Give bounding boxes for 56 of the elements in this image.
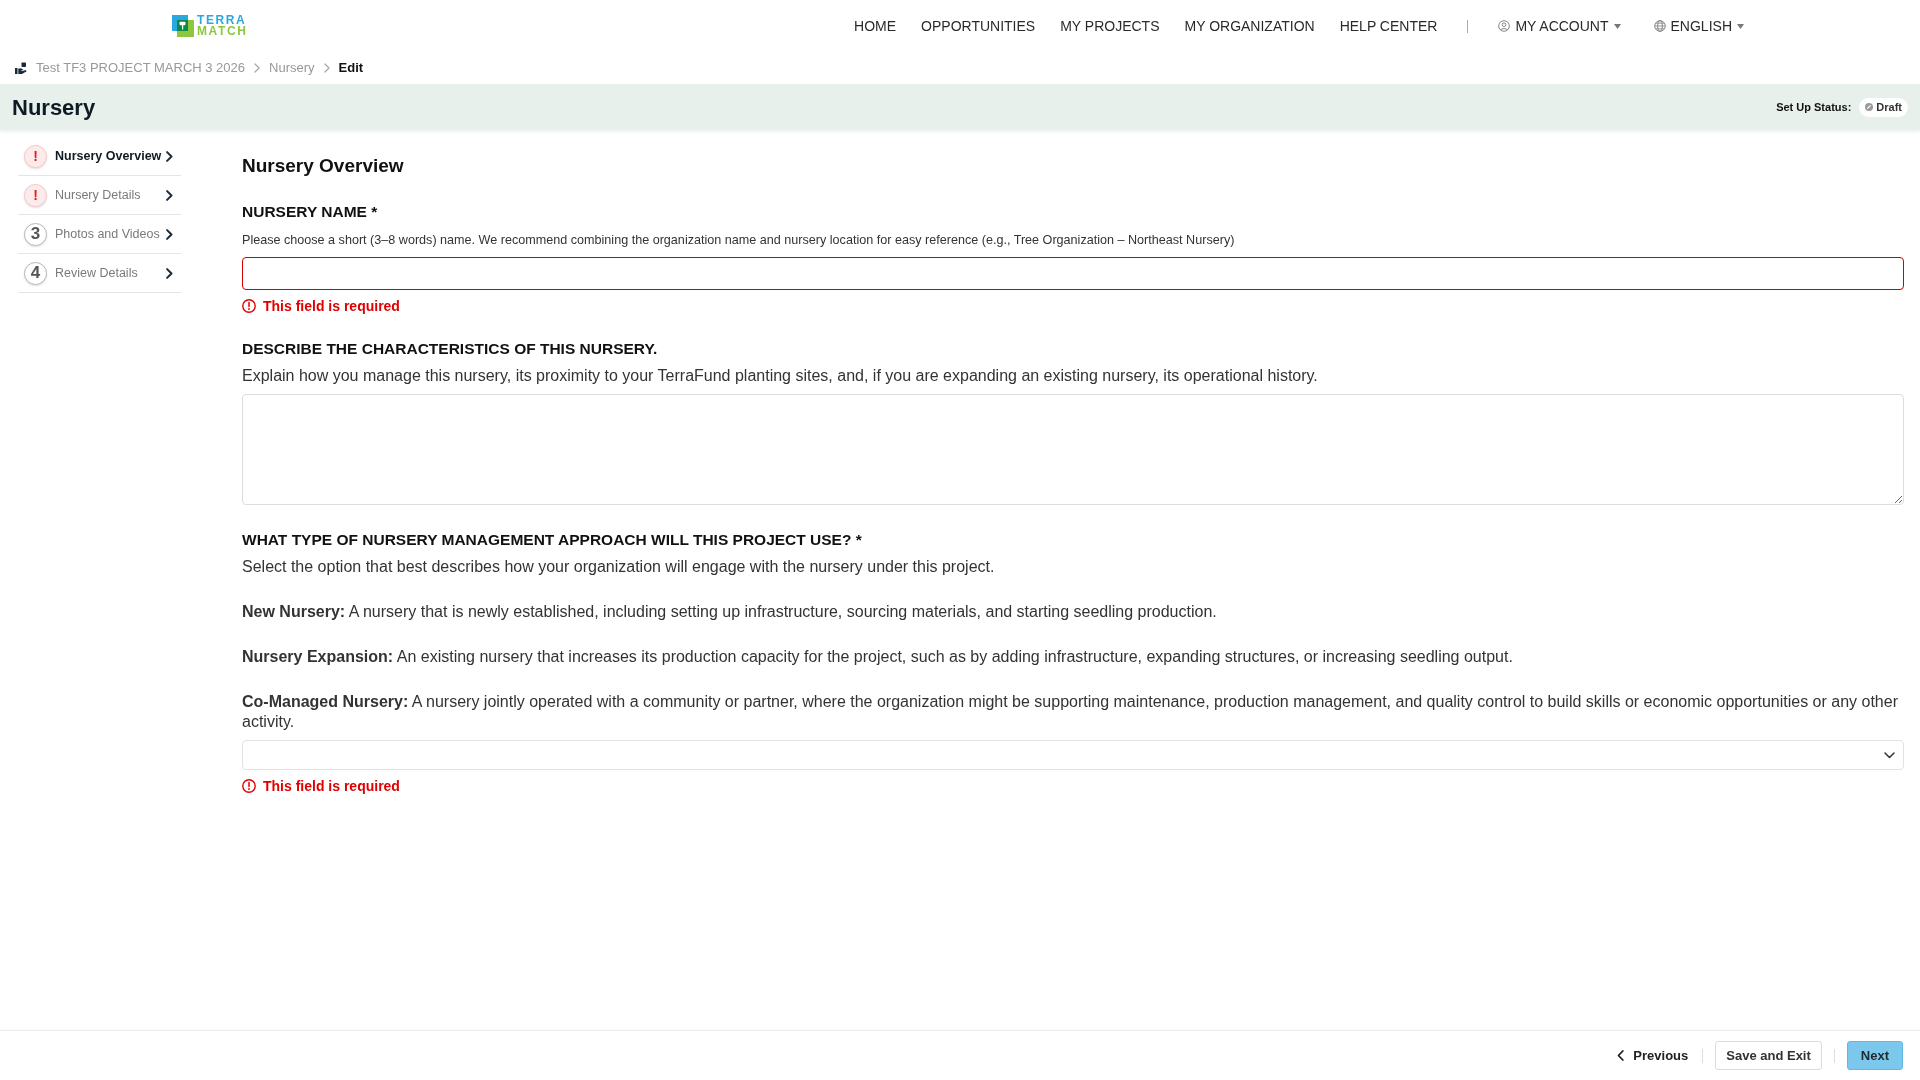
field-description: New Nursery: A nursery that is newly established, including setting up infrastructure, sourcing materials, and starting seedling production. xyxy=(242,602,1218,622)
logo-icon xyxy=(172,15,194,37)
field-label: WHAT TYPE OF NURSERY MANAGEMENT APPROACH WILL THIS PROJECT USE? * xyxy=(242,530,863,550)
chevron-right-icon xyxy=(323,63,330,73)
step-tab[interactable]: Nursery Details xyxy=(55,185,141,205)
text-input[interactable] xyxy=(242,257,1904,290)
alert-circle-icon xyxy=(242,299,256,313)
step-tab[interactable]: Review Details xyxy=(55,263,138,283)
nav-link[interactable]: OPPORTUNITIES xyxy=(921,15,1036,37)
chevron-right-icon xyxy=(254,63,261,73)
caret-down-icon xyxy=(1613,23,1621,29)
hand-icon xyxy=(15,62,27,74)
previous-button[interactable]: Previous xyxy=(1615,1041,1691,1070)
account-menu[interactable]: MY ACCOUNT xyxy=(1498,15,1621,37)
error-marker: ! xyxy=(24,183,47,207)
chevron-left-icon xyxy=(1617,1050,1625,1061)
logo-text: TERRA xyxy=(197,15,248,26)
status-text: Draft xyxy=(1876,99,1902,115)
chevron-right-icon xyxy=(166,150,173,162)
breadcrumb-current: Edit xyxy=(338,59,364,78)
nav-link[interactable]: HOME xyxy=(854,15,897,37)
page-title: Nursery xyxy=(12,93,96,122)
save-button[interactable]: Save and Exit xyxy=(1715,1041,1822,1070)
step-tab[interactable]: Photos and Videos xyxy=(55,224,160,244)
error-message: This field is required xyxy=(263,776,400,796)
caret-down-icon xyxy=(1737,23,1744,29)
user-circle-icon xyxy=(1498,20,1511,32)
nav-link[interactable]: HELP CENTER xyxy=(1339,15,1438,37)
field-description: Please choose a short (3–8 words) name. We recommend combining the organization name and nursery location for easy reference (e.g., Tree Organization – Northeast Nursery) xyxy=(242,232,1236,248)
nav-link[interactable]: MY PROJECTS xyxy=(1060,15,1160,37)
select-field[interactable] xyxy=(242,740,1904,770)
error-marker: ! xyxy=(24,144,47,168)
field-description: Explain how you manage this nursery, its proximity to your TerraFund planting sites, and, if you are expanding an existing nursery, its operational history. xyxy=(242,366,1319,386)
step-number: 4 xyxy=(24,261,47,285)
globe-icon xyxy=(1653,20,1666,32)
logo-text: MATCH xyxy=(197,26,248,37)
language-menu[interactable]: ENGLISH xyxy=(1653,15,1744,37)
chevron-right-icon xyxy=(166,189,173,201)
step-number: 3 xyxy=(24,222,47,246)
field-label: DESCRIBE THE CHARACTERISTICS OF THIS NURSERY. xyxy=(242,339,659,359)
textarea-field[interactable] xyxy=(242,394,1904,505)
section-title: Nursery Overview xyxy=(242,154,405,178)
slash-circle-icon xyxy=(1865,103,1874,111)
status-label: Set Up Status: xyxy=(1776,99,1852,115)
field-description: Co-Managed Nursery: A nursery jointly operated with a community or partner, where the organization might be supporting maintenance, production management, and quality control to build skills or economic opportunities or any other activity. xyxy=(242,692,1899,732)
field-description: Select the option that best describes how your organization will engage with the nursery under this project. xyxy=(242,557,996,577)
field-description: Nursery Expansion: An existing nursery that increases its production capacity for the project, such as by adding infrastructure, expanding structures, or increasing seedling output. xyxy=(242,647,1514,667)
field-label: NURSERY NAME * xyxy=(242,202,379,222)
chevron-down-icon xyxy=(1884,751,1895,759)
chevron-right-icon xyxy=(166,267,173,279)
nav-link[interactable]: MY ORGANIZATION xyxy=(1184,15,1315,37)
alert-circle-icon xyxy=(242,779,256,793)
error-message: This field is required xyxy=(263,296,400,316)
step-tab[interactable]: Nursery Overview xyxy=(55,146,162,166)
next-button[interactable]: Next xyxy=(1846,1041,1903,1070)
chevron-right-icon xyxy=(166,228,173,240)
